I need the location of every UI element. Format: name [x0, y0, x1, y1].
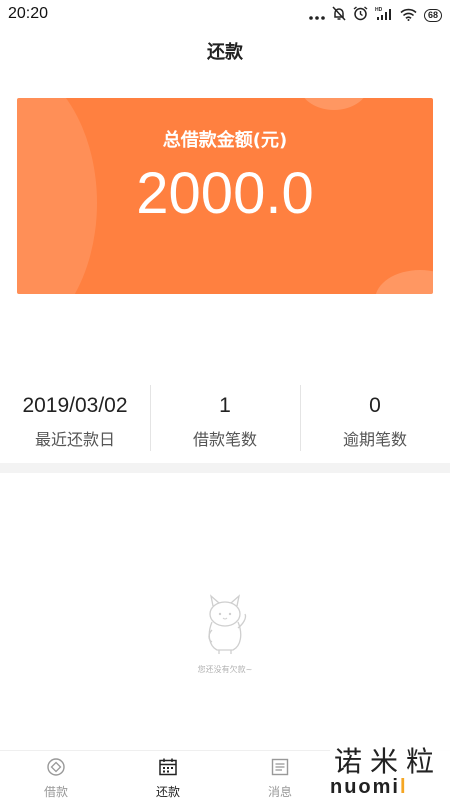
total-loan-label: 总借款金额(元) [162, 130, 288, 151]
watermark-latin: nuomil [330, 776, 408, 799]
status-time: 20:20 [8, 5, 49, 22]
empty-state: 您还没有欠款~ [0, 594, 450, 675]
card-decoration [299, 98, 369, 110]
watermark-latin-main: nuomi [330, 776, 400, 798]
stat-overdue-count: 0 逾期笔数 [300, 385, 450, 455]
total-loan-amount: 2000.0 [136, 161, 314, 226]
status-icons: HD 68 [309, 5, 442, 25]
page-title: 还款 [207, 42, 243, 63]
watermark-latin-accent: l [400, 776, 408, 798]
loan-stats: 2019/03/02 最近还款日 1 借款笔数 0 逾期笔数 [0, 385, 450, 455]
stat-value: 0 [369, 394, 381, 417]
wifi-icon [400, 6, 417, 25]
alarm-icon [353, 5, 368, 25]
more-dots-icon [309, 6, 325, 25]
stat-label: 最近还款日 [34, 430, 115, 449]
empty-state-text: 您还没有欠款~ [197, 665, 253, 674]
coin-icon [46, 758, 66, 781]
tab-label: 还款 [155, 785, 180, 799]
stat-label: 逾期笔数 [342, 430, 407, 449]
tab-loan[interactable]: 借款 [0, 751, 112, 801]
hd-signal-icon: HD [375, 6, 393, 25]
battery-icon: 68 [423, 8, 442, 22]
watermark-chinese: 诺米粒 [334, 745, 443, 778]
stat-value: 2019/03/02 [22, 394, 128, 417]
tab-messages[interactable]: 消息 [224, 751, 336, 801]
stat-label: 借款笔数 [192, 430, 257, 449]
total-loan-card: 总借款金额(元) 2000.0 [17, 98, 433, 294]
stat-value: 1 [219, 394, 231, 417]
message-list-icon [270, 758, 290, 781]
cat-mascot-icon [197, 594, 253, 660]
stat-loan-count: 1 借款笔数 [150, 385, 300, 455]
stat-recent-repayment: 2019/03/02 最近还款日 [0, 385, 150, 455]
tab-label: 借款 [43, 785, 68, 799]
card-decoration [375, 270, 433, 294]
status-bar: 20:20 HD 68 [0, 0, 450, 30]
tab-label: 消息 [267, 785, 292, 799]
mute-icon [332, 5, 346, 25]
tab-repay[interactable]: 还款 [112, 751, 224, 801]
svg-text:HD: HD [375, 7, 383, 13]
section-divider [0, 463, 450, 473]
watermark-logo: 诺米粒 nuomil [330, 740, 450, 800]
calendar-icon [158, 758, 178, 781]
